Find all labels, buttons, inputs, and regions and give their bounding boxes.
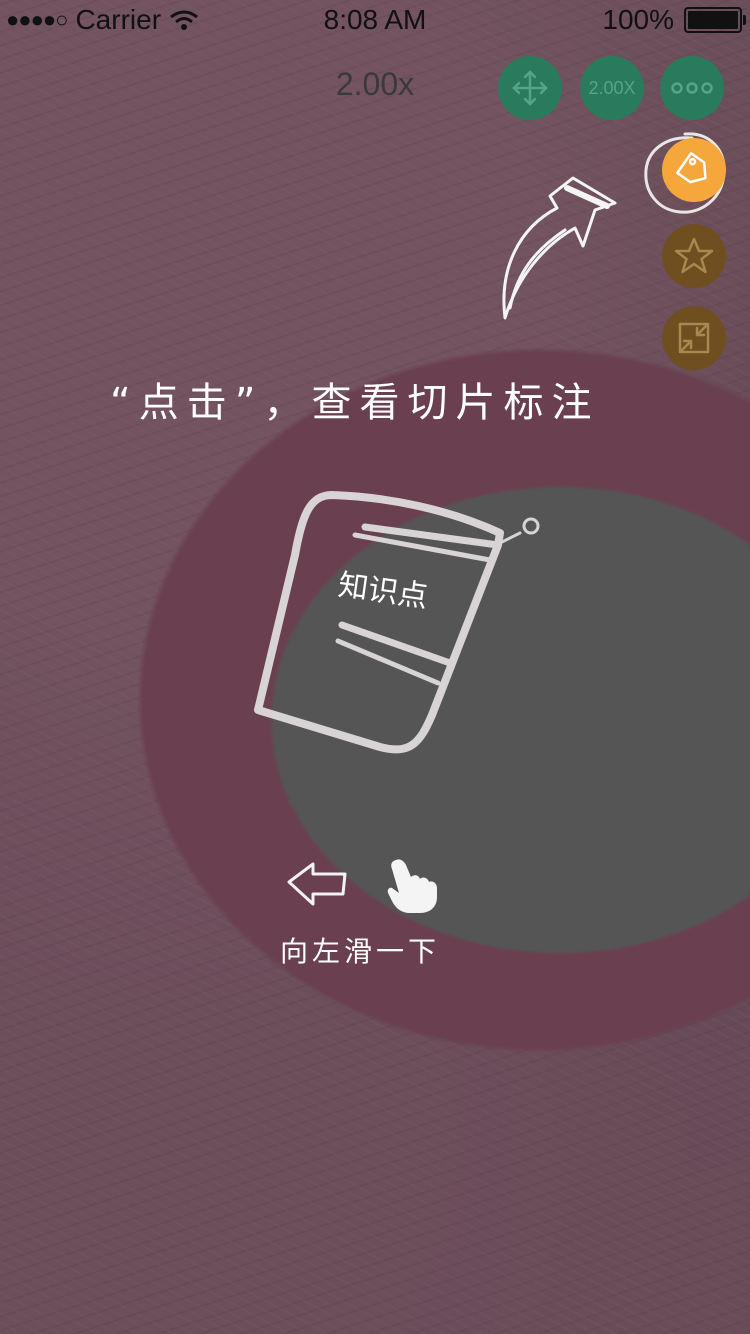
tap-hint-text: “点击”，查看切片标注 [110, 380, 600, 426]
tag-icon [676, 152, 707, 184]
collapse-icon [678, 322, 710, 354]
more-button[interactable] [660, 56, 724, 120]
status-right: 100% [602, 4, 746, 36]
collapse-button[interactable] [662, 306, 726, 370]
move-arrows-icon [512, 70, 548, 106]
more-dots-icon [671, 82, 713, 94]
move-button[interactable] [498, 56, 562, 120]
star-icon [674, 237, 714, 274]
annotation-button[interactable] [662, 138, 726, 202]
battery-percent: 100% [602, 4, 674, 35]
status-bar: ●●●●○ Carrier 8:08 AM 100% [0, 0, 750, 40]
hand-pointer-icon [387, 859, 437, 913]
curved-arrow-icon [502, 176, 617, 320]
battery-icon [684, 7, 746, 33]
favorite-button[interactable] [662, 224, 726, 288]
swipe-hint-text: 向左滑一下 [280, 935, 441, 968]
zoom-level-label: 2.00X [588, 77, 636, 98]
knowledge-card-illustration [254, 491, 540, 754]
zoom-readout: 2.00x [335, 66, 415, 102]
left-arrow-icon [287, 862, 347, 906]
zoom-level-button[interactable]: 2.00X [580, 56, 644, 120]
